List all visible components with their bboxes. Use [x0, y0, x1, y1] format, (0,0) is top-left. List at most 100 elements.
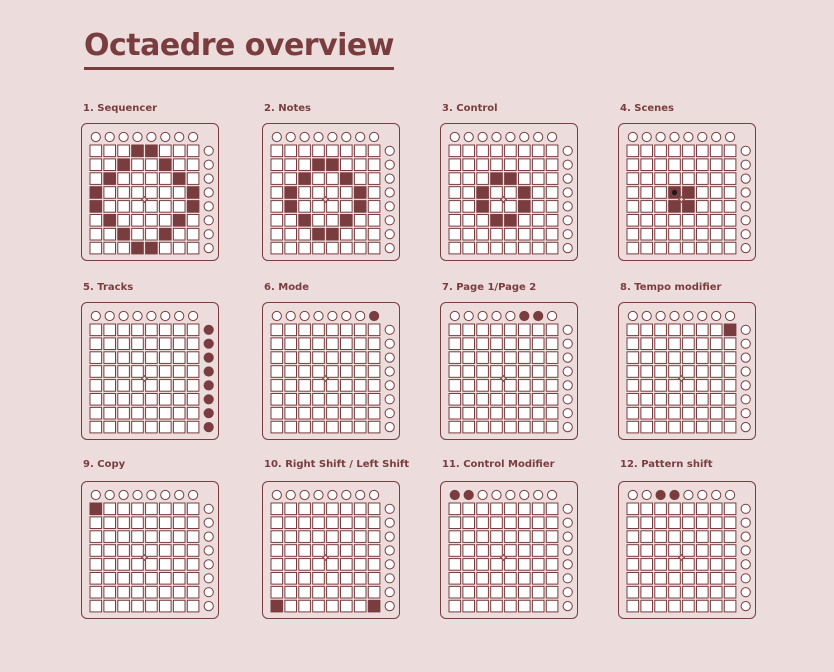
grid-pad[interactable]	[117, 530, 130, 543]
grid-pad[interactable]	[353, 544, 367, 557]
side-button[interactable]	[562, 422, 573, 433]
side-button-active[interactable]	[203, 422, 214, 433]
top-button[interactable]	[118, 131, 129, 143]
grid-pad[interactable]	[326, 351, 339, 364]
top-button[interactable]	[327, 310, 338, 322]
grid-pad[interactable]	[462, 214, 475, 227]
top-button[interactable]	[505, 489, 516, 501]
side-button-active[interactable]	[203, 394, 214, 405]
grid-pad[interactable]	[298, 323, 311, 337]
side-button[interactable]	[740, 517, 751, 528]
grid-pad[interactable]	[131, 393, 144, 406]
grid-pad[interactable]	[284, 544, 297, 557]
grid-pad[interactable]	[448, 144, 462, 158]
grid-pad[interactable]	[340, 186, 353, 199]
grid-pad[interactable]	[284, 502, 297, 516]
grid-pad[interactable]	[490, 530, 503, 543]
grid-pad[interactable]	[145, 516, 158, 530]
grid-pad[interactable]	[448, 585, 462, 599]
grid-pad[interactable]	[284, 406, 297, 420]
grid-pad[interactable]	[654, 393, 667, 406]
top-button[interactable]	[725, 131, 736, 143]
grid-pad[interactable]	[326, 502, 339, 516]
grid-pad[interactable]	[89, 214, 103, 227]
grid-pad[interactable]	[504, 337, 517, 351]
side-button[interactable]	[203, 559, 214, 570]
grid-pad[interactable]	[145, 393, 158, 406]
top-button[interactable]	[104, 131, 115, 143]
grid-pad[interactable]	[626, 516, 640, 530]
grid-pad[interactable]	[668, 516, 681, 530]
grid-pad[interactable]	[668, 144, 681, 158]
grid-pad[interactable]	[668, 599, 681, 613]
grid-pad[interactable]	[131, 172, 144, 185]
grid-pad[interactable]	[89, 172, 103, 185]
grid-pad[interactable]	[172, 241, 186, 255]
grid-pad[interactable]	[709, 200, 723, 213]
side-button[interactable]	[740, 159, 751, 170]
grid-pad[interactable]	[353, 337, 367, 351]
grid-pad[interactable]	[131, 337, 144, 351]
grid-pad[interactable]	[103, 599, 116, 613]
grid-pad[interactable]	[668, 351, 681, 364]
grid-pad[interactable]	[490, 516, 503, 530]
grid-pad[interactable]	[103, 241, 116, 255]
grid-pad[interactable]	[696, 214, 709, 227]
side-button[interactable]	[562, 159, 573, 170]
grid-pad-active[interactable]	[312, 158, 325, 172]
grid-pad[interactable]	[367, 365, 381, 378]
side-button[interactable]	[740, 587, 751, 598]
grid-pad[interactable]	[131, 186, 144, 199]
top-button[interactable]	[491, 131, 502, 143]
grid-pad[interactable]	[172, 337, 186, 351]
grid-pad[interactable]	[626, 585, 640, 599]
side-button[interactable]	[740, 394, 751, 405]
side-button[interactable]	[562, 545, 573, 556]
grid-pad[interactable]	[340, 516, 353, 530]
grid-pad[interactable]	[462, 572, 475, 585]
grid-pad[interactable]	[518, 351, 531, 364]
grid-pad[interactable]	[682, 558, 695, 571]
grid-pad[interactable]	[270, 558, 284, 571]
side-button[interactable]	[740, 215, 751, 226]
grid-pad[interactable]	[490, 406, 503, 420]
grid-pad[interactable]	[312, 420, 325, 434]
grid-pad[interactable]	[159, 200, 172, 213]
top-button[interactable]	[519, 131, 530, 143]
grid-pad[interactable]	[476, 214, 489, 227]
grid-pad-active[interactable]	[367, 599, 381, 613]
grid-pad[interactable]	[89, 323, 103, 337]
grid-pad[interactable]	[545, 502, 559, 516]
grid-pad[interactable]	[654, 558, 667, 571]
grid-pad[interactable]	[696, 351, 709, 364]
grid-pad[interactable]	[284, 365, 297, 378]
grid-pad-active[interactable]	[159, 158, 172, 172]
grid-pad[interactable]	[640, 599, 653, 613]
grid-pad[interactable]	[312, 406, 325, 420]
grid-pad[interactable]	[145, 214, 158, 227]
side-button[interactable]	[203, 517, 214, 528]
top-button[interactable]	[477, 489, 488, 501]
grid-pad[interactable]	[145, 227, 158, 241]
grid-pad[interactable]	[103, 572, 116, 585]
grid-pad[interactable]	[696, 158, 709, 172]
grid-pad[interactable]	[89, 530, 103, 543]
top-button[interactable]	[90, 310, 101, 322]
grid-pad[interactable]	[367, 420, 381, 434]
side-button[interactable]	[203, 503, 214, 514]
grid-pad[interactable]	[682, 214, 695, 227]
side-button[interactable]	[740, 573, 751, 584]
grid-pad[interactable]	[172, 544, 186, 557]
side-button[interactable]	[562, 229, 573, 240]
grid-pad[interactable]	[89, 572, 103, 585]
grid-pad[interactable]	[462, 323, 475, 337]
grid-pad[interactable]	[626, 227, 640, 241]
grid-pad[interactable]	[518, 379, 531, 392]
grid-pad[interactable]	[353, 516, 367, 530]
top-button[interactable]	[160, 489, 171, 501]
grid-pad[interactable]	[159, 214, 172, 227]
grid-pad[interactable]	[103, 585, 116, 599]
grid-pad[interactable]	[326, 144, 339, 158]
top-button[interactable]	[341, 310, 352, 322]
grid-pad[interactable]	[545, 379, 559, 392]
